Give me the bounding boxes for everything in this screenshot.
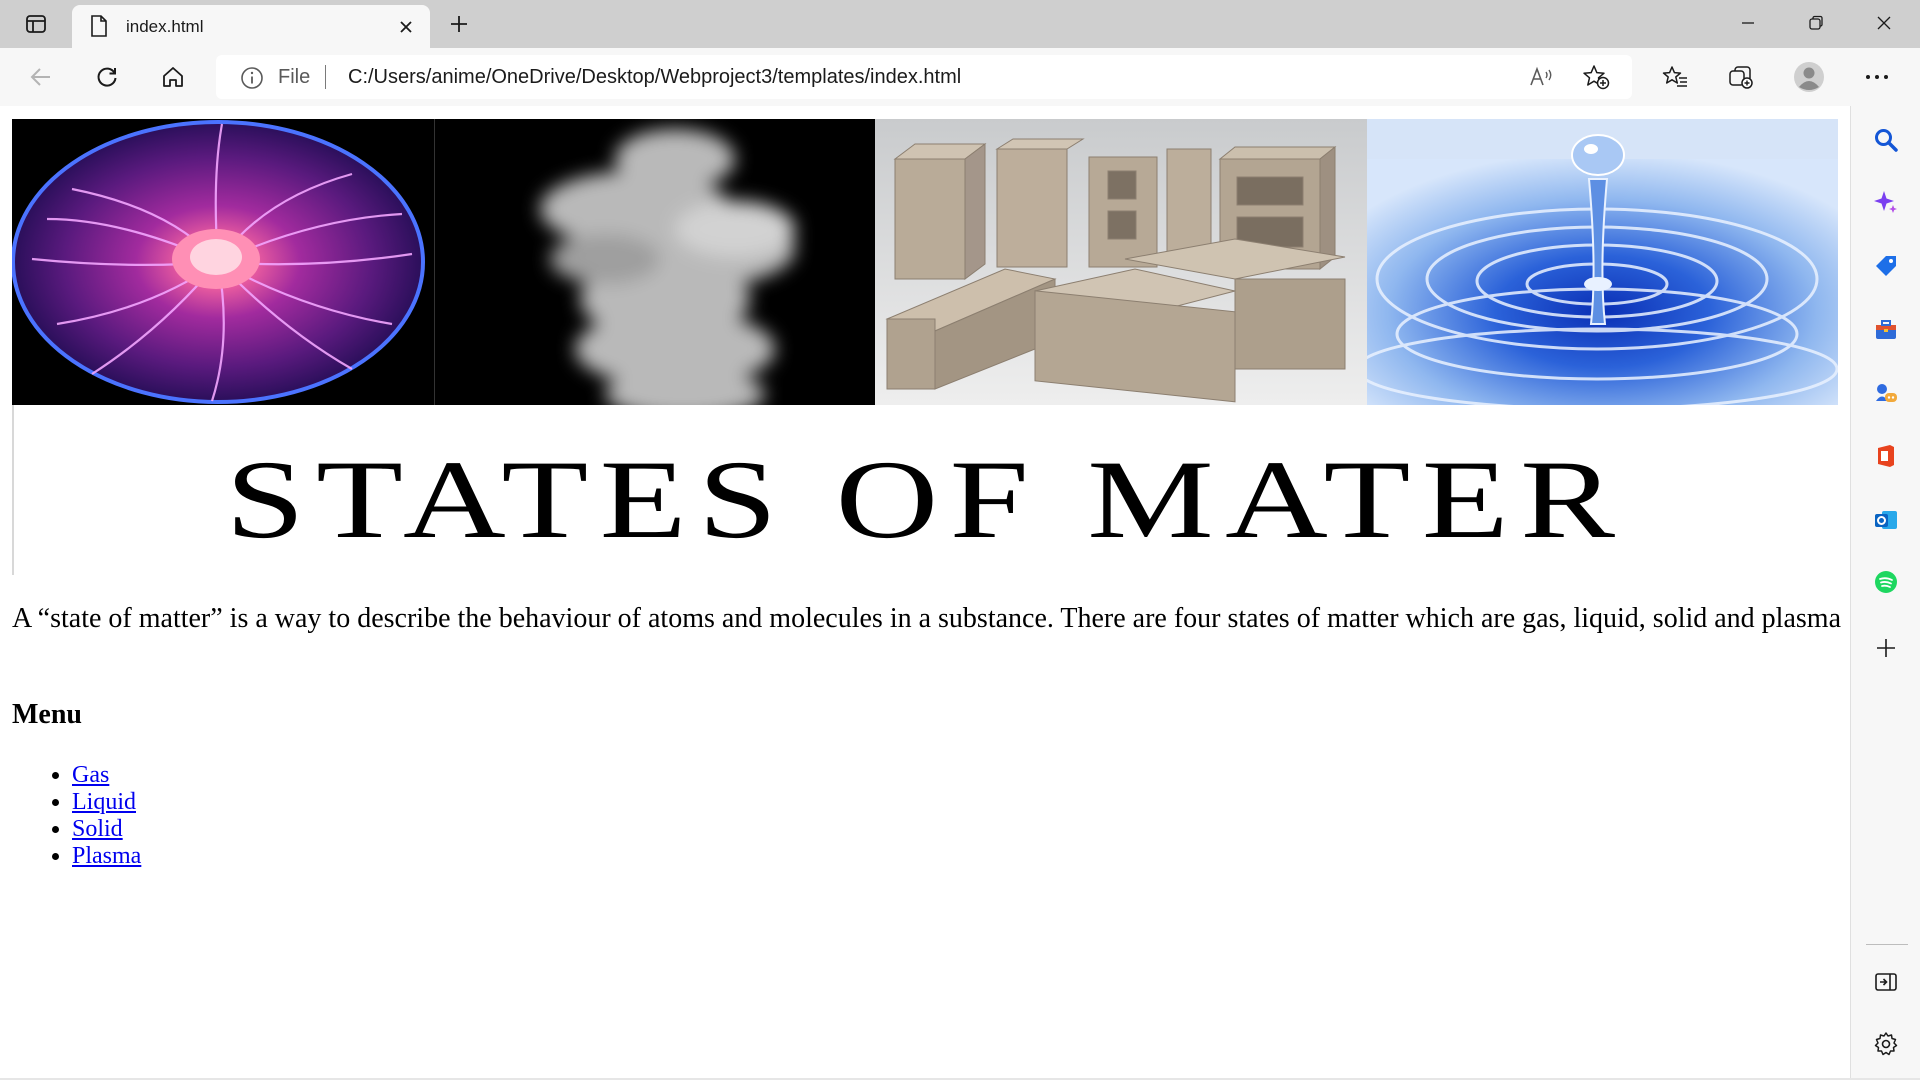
menu-item-plasma: Plasma [72,843,141,870]
read-aloud-icon [1530,66,1552,86]
plus-icon [451,16,467,32]
tab-close-button[interactable] [392,13,420,41]
sidebar-search-button[interactable] [1866,120,1906,160]
sidebar-copilot-button[interactable] [1866,182,1906,222]
link-liquid[interactable]: Liquid [72,789,136,815]
sidebar-tools-button[interactable] [1866,310,1906,350]
info-icon[interactable] [240,66,264,90]
read-aloud-button[interactable] [1522,59,1562,95]
close-window-button[interactable] [1850,0,1918,46]
collections-icon [1729,66,1753,89]
sidebar-shopping-button[interactable] [1866,246,1906,286]
sidebar-outlook-button[interactable] [1866,500,1906,540]
restore-icon [1809,15,1823,30]
address-scheme: File [278,66,311,88]
favorites-button[interactable] [1654,57,1696,97]
gas-smoke-image [433,119,875,405]
sidebar-games-button[interactable] [1866,374,1906,414]
close-window-icon [1877,16,1891,30]
link-gas[interactable]: Gas [72,762,109,788]
page-icon [91,15,107,37]
sidebar-office-button[interactable] [1866,436,1906,476]
tab-actions-icon [26,15,46,33]
refresh-button[interactable] [86,57,128,97]
search-icon [1875,129,1898,152]
tools-briefcase-icon [1876,320,1896,339]
sidebar-add-button[interactable] [1866,628,1906,668]
link-plasma[interactable]: Plasma [72,843,141,869]
solid-bricks-image [874,119,1368,405]
address-bar[interactable]: File C:/Users/anime/OneDrive/Desktop/Web… [216,55,1632,99]
address-separator [325,65,326,89]
tab-strip: index.html [0,0,1920,48]
settings-icon [1874,1032,1898,1056]
menu-item-solid: Solid [72,816,141,843]
hide-sidebar-icon [1875,973,1897,991]
liquid-water-drop-image [1367,119,1838,405]
address-url[interactable]: C:/Users/anime/OneDrive/Desktop/Webproje… [348,66,961,89]
add-favorite-button[interactable] [1576,59,1616,95]
sidebar-settings-button[interactable] [1866,1024,1906,1064]
shopping-tag-icon [1876,256,1896,276]
sidebar-spotify-button[interactable] [1866,562,1906,602]
intro-paragraph: A “state of matter” is a way to describe… [12,603,1841,634]
new-tab-button[interactable] [442,8,476,40]
tab-actions-button[interactable] [14,8,58,40]
settings-and-more-button[interactable] [1856,57,1898,97]
spotify-icon [1875,571,1897,593]
sidebar-divider [1866,944,1908,945]
more-dots-icon [1866,75,1888,79]
favorites-icon [1662,66,1687,87]
home-icon [163,67,183,87]
menu-heading: Menu [12,699,82,730]
active-tab[interactable]: index.html [72,5,430,48]
sidebar-hide-button[interactable] [1866,962,1906,1002]
collections-button[interactable] [1720,57,1762,97]
restore-button[interactable] [1782,0,1850,46]
office-icon [1878,445,1894,467]
back-arrow-icon [30,68,50,86]
menu-list: Gas Liquid Solid Plasma [12,762,141,870]
menu-item-liquid: Liquid [72,789,141,816]
edge-sidebar [1850,106,1920,1080]
plasma-ball-image [12,119,434,405]
back-button[interactable] [20,57,62,97]
link-solid[interactable]: Solid [72,816,123,842]
avatar-icon [1794,62,1824,92]
page-viewport: STATES OF MATER A “state of matter” is a… [0,106,1850,1080]
minimize-button[interactable] [1714,0,1782,46]
banner-image [12,119,1838,405]
games-icon [1876,384,1897,402]
tab-title: index.html [126,17,204,36]
copilot-sparkle-icon [1874,191,1897,213]
outlook-icon [1875,511,1897,529]
star-add-icon [1583,65,1610,90]
close-icon [400,21,412,33]
profile-button[interactable] [1788,57,1830,97]
menu-item-gas: Gas [72,762,141,789]
minimize-icon [1742,22,1754,24]
add-icon [1877,639,1895,657]
page-title: STATES OF MATER [225,438,1627,562]
home-button[interactable] [152,57,194,97]
refresh-icon [97,67,117,87]
browser-toolbar: File C:/Users/anime/OneDrive/Desktop/Web… [0,48,1920,107]
